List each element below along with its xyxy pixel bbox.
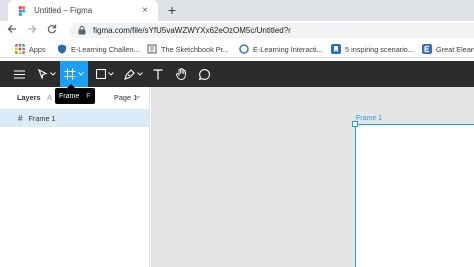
comment-tool-button[interactable] xyxy=(194,61,214,87)
bookmark-sketchbook[interactable]: The Sketchbook Pr... xyxy=(147,43,229,55)
bookmark-elearning-interactions[interactable]: E-Learning Interacti... xyxy=(239,43,323,55)
letter-e-logo-icon xyxy=(422,44,432,54)
move-cursor-icon xyxy=(38,68,48,80)
frame-tool-tooltip: Frame F xyxy=(55,84,95,104)
tab-layers[interactable]: Layers xyxy=(17,93,41,102)
hand-tool-button[interactable] xyxy=(171,61,191,87)
rectangle-icon xyxy=(96,69,106,79)
bookmark-great-elearning[interactable]: Great Elearn xyxy=(422,43,474,55)
bookmark-label: E-Learning Interacti... xyxy=(253,44,323,54)
pen-tool-button[interactable] xyxy=(120,61,146,87)
tooltip-label: Frame xyxy=(59,92,80,100)
browser-nav-bar: figma.com/file/sYfU5vaWZWYXx62eOzOM5c/Un… xyxy=(0,21,474,40)
move-tool-button[interactable] xyxy=(34,61,60,87)
frame-name-label[interactable]: Frame 1 xyxy=(356,115,382,122)
page-selector[interactable]: Page 1 xyxy=(114,93,137,102)
tab-close-icon[interactable]: × xyxy=(138,5,152,16)
main-menu-icon[interactable] xyxy=(8,61,30,87)
url-text: figma.com/file/sYfU5vaWZWYXx62eOzOM5c/Un… xyxy=(93,26,291,35)
bookmark-label: 5 inspiring scenario... xyxy=(345,44,414,54)
sketchbook-icon xyxy=(147,44,157,54)
address-bar[interactable]: figma.com/file/sYfU5vaWZWYXx62eOzOM5c/Un… xyxy=(70,23,474,38)
chevron-down-icon xyxy=(108,72,114,76)
figma-favicon-icon xyxy=(18,5,26,16)
pen-icon xyxy=(123,68,135,80)
circle-logo-icon xyxy=(239,44,249,54)
chevron-down-icon[interactable] xyxy=(135,95,140,99)
layer-row-frame-1[interactable]: # Frame 1 xyxy=(0,109,150,127)
hand-icon xyxy=(175,68,186,80)
bookmarks-bar: Apps E-Learning Challen... The Sketchboo… xyxy=(0,40,474,58)
shape-tool-button[interactable] xyxy=(92,61,118,87)
tab-title: Untitled – Figma xyxy=(34,6,93,15)
bookmark-inspiring-scenarios[interactable]: 5 inspiring scenario... xyxy=(331,43,414,55)
bookmark-label: E-Learning Challen... xyxy=(71,44,140,54)
browser-tab[interactable]: Untitled – Figma × xyxy=(8,0,158,21)
bookmark-elearning-challenges[interactable]: E-Learning Challen... xyxy=(57,43,140,55)
shield-icon xyxy=(58,44,66,54)
layer-label: Frame 1 xyxy=(28,113,56,123)
frame-layer-icon: # xyxy=(18,113,23,123)
canvas-frame[interactable] xyxy=(355,124,474,267)
reload-icon[interactable] xyxy=(44,23,60,39)
bookmark-label: Apps xyxy=(29,44,46,54)
tab-assets[interactable]: A xyxy=(47,93,52,102)
forward-icon[interactable] xyxy=(24,23,40,39)
comment-bubble-icon xyxy=(198,68,210,80)
frame-resize-handle[interactable] xyxy=(352,121,358,127)
back-icon[interactable] xyxy=(4,23,20,39)
chevron-down-icon xyxy=(50,72,56,76)
bookmark-label: The Sketchbook Pr... xyxy=(161,44,229,54)
new-tab-button[interactable]: + xyxy=(163,1,181,19)
bookmark-apps[interactable]: Apps xyxy=(15,43,46,55)
browser-tab-strip: Untitled – Figma × + xyxy=(0,0,474,21)
bookmark-logo-icon xyxy=(331,44,341,54)
text-t-icon xyxy=(153,68,163,79)
tooltip-shortcut: F xyxy=(86,92,91,100)
layers-panel: Layers A Page 1 # Frame 1 xyxy=(0,87,150,267)
bookmark-label: Great Elearn xyxy=(436,44,474,54)
frame-hash-icon xyxy=(64,68,76,80)
apps-grid-icon xyxy=(15,44,25,54)
text-tool-button[interactable] xyxy=(148,61,168,87)
chevron-down-icon xyxy=(78,72,84,76)
lock-icon xyxy=(78,26,86,35)
chevron-down-icon xyxy=(136,72,143,76)
